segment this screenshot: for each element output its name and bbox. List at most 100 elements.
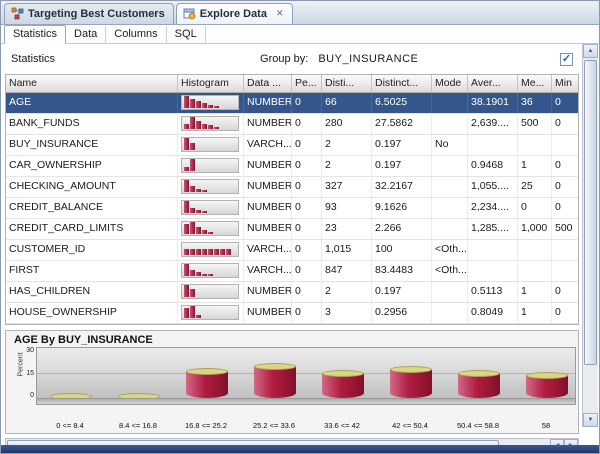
chart-bar-slot <box>445 348 513 398</box>
table-row[interactable]: AGE NUMBER 0 66 6.5025 38.1901 36 0 <box>6 93 578 114</box>
column-header[interactable]: Aver... <box>468 75 518 92</box>
down-arrow-icon: ▼ <box>587 417 594 423</box>
cell-percent_null: 0 <box>292 93 322 113</box>
subtab-columns[interactable]: Columns <box>106 26 167 43</box>
vertical-scrollbar-thumb[interactable] <box>584 60 597 366</box>
cell-distinct_count: 2 <box>322 282 372 302</box>
cell-percent_null: 0 <box>292 240 322 260</box>
scroll-up-button[interactable]: ▲ <box>583 44 598 58</box>
cell-percent_null: 0 <box>292 219 322 239</box>
chart-bar-slot <box>513 348 575 398</box>
table-row[interactable]: CUSTOMER_ID VARCH... 0 1,015 100 <Oth... <box>6 240 578 261</box>
column-header[interactable]: Distinct... <box>372 75 432 92</box>
cell-percent_null: 0 <box>292 156 322 176</box>
cell-median: 1 <box>518 282 552 302</box>
window-tab-bar: Targeting Best Customers Explore Data ✕ <box>1 1 599 25</box>
cell-mode <box>432 303 468 323</box>
subtab-sql[interactable]: SQL <box>167 26 206 43</box>
cell-name: BUY_INSURANCE <box>6 135 178 155</box>
column-header[interactable]: Min <box>552 75 579 92</box>
cell-average: 0.8049 <box>468 303 518 323</box>
cell-median: 25 <box>518 177 552 197</box>
table-row[interactable]: CREDIT_CARD_LIMITS NUMBER 0 23 2.266 1,285...… <box>6 219 578 240</box>
cell-name: CAR_OWNERSHIP <box>6 156 178 176</box>
x-tick-label: 25.2 <= 33.6 <box>252 421 296 430</box>
histogram-cell <box>178 282 244 302</box>
chart-bar-top <box>458 370 500 377</box>
cell-data_type: NUMBER <box>244 114 292 134</box>
cell-min: 0 <box>552 177 579 197</box>
scroll-down-button[interactable]: ▼ <box>583 413 598 427</box>
chart-bar <box>254 363 296 398</box>
x-tick-label: 16.8 <= 25.2 <box>184 421 228 430</box>
table-row[interactable]: CREDIT_BALANCE NUMBER 0 93 9.1626 2,234.... 0 0 <box>6 198 578 219</box>
chart-bar <box>118 393 160 398</box>
x-tick-label: 0 <= 8.4 <box>56 421 84 430</box>
vertical-scrollbar-track[interactable] <box>583 58 598 413</box>
cell-name: HOUSE_OWNERSHIP <box>6 303 178 323</box>
mini-histogram <box>181 158 239 173</box>
cell-data_type: NUMBER <box>244 177 292 197</box>
mini-histogram <box>181 305 239 320</box>
y-tick-label: 15 <box>26 369 34 377</box>
column-header[interactable]: Pe... <box>292 75 322 92</box>
statistics-header: Statistics Group by: BUY_INSURANCE ✓ <box>5 44 579 74</box>
chart-bar <box>50 393 92 398</box>
chart-title: AGE By BUY_INSURANCE <box>14 334 153 346</box>
statistics-table: Name Histogram Data ... Pe... Disti... Distin… <box>5 74 579 325</box>
cell-average: 0.5113 <box>468 282 518 302</box>
column-header[interactable]: Name <box>6 75 178 92</box>
table-row[interactable]: FIRST VARCH... 0 847 83.4483 <Oth... <box>6 261 578 282</box>
column-header[interactable]: Mode <box>432 75 468 92</box>
chart-floor <box>36 399 576 405</box>
column-header[interactable]: Histogram <box>178 75 244 92</box>
vertical-scrollbar[interactable]: ▲ ▼ <box>582 44 598 427</box>
cell-median: 1 <box>518 156 552 176</box>
x-tick-label: 58 <box>541 421 551 430</box>
chart-bar <box>390 366 432 398</box>
cell-percent_null: 0 <box>292 282 322 302</box>
filter-checkbox[interactable]: ✓ <box>560 52 573 66</box>
subtab-data[interactable]: Data <box>66 26 107 43</box>
chart-bar-top <box>118 393 160 398</box>
x-tick-label: 42 <= 50.4 <box>392 421 428 430</box>
histogram-cell <box>178 135 244 155</box>
histogram-cell <box>178 303 244 323</box>
column-header[interactable]: Data ... <box>244 75 292 92</box>
cell-name: CUSTOMER_ID <box>6 240 178 260</box>
horizontal-scrollbar[interactable]: ◀ ▶ <box>5 438 579 445</box>
table-row[interactable]: BANK_FUNDS NUMBER 0 280 27.5862 2,639.... 500 0 <box>6 114 578 135</box>
cell-average: 0.9468 <box>468 156 518 176</box>
chart-bar <box>526 372 568 398</box>
cell-distinct_count: 280 <box>322 114 372 134</box>
cell-percent_null: 0 <box>292 303 322 323</box>
close-icon[interactable]: ✕ <box>276 9 284 18</box>
chart-body: Percent 30 15 0 <box>6 347 578 421</box>
cell-min: 0 <box>552 303 579 323</box>
tab-explore-data[interactable]: Explore Data ✕ <box>175 3 293 24</box>
tab-targeting-best-customers[interactable]: Targeting Best Customers <box>4 3 174 24</box>
cell-average: 38.1901 <box>468 93 518 113</box>
group-by-select[interactable]: BUY_INSURANCE <box>318 53 418 65</box>
cell-data_type: VARCH... <box>244 135 292 155</box>
table-row[interactable]: BUY_INSURANCE VARCH... 0 2 0.197 No <box>6 135 578 156</box>
table-row[interactable]: HAS_CHILDREN NUMBER 0 2 0.197 0.5113 1 0 <box>6 282 578 303</box>
cell-distinct_pct: 9.1626 <box>372 198 432 218</box>
mini-histogram <box>181 95 239 110</box>
cell-percent_null: 0 <box>292 198 322 218</box>
column-header[interactable]: Disti... <box>322 75 372 92</box>
histogram-cell <box>178 198 244 218</box>
table-row[interactable]: CHECKING_AMOUNT NUMBER 0 327 32.2167 1,055...… <box>6 177 578 198</box>
cell-distinct_count: 847 <box>322 261 372 281</box>
y-tick-label: 30 <box>26 347 34 354</box>
subtab-statistics[interactable]: Statistics <box>4 25 67 44</box>
chart-bar-slot <box>105 348 173 398</box>
mini-histogram <box>181 116 239 131</box>
cell-distinct_count: 23 <box>322 219 372 239</box>
cell-average <box>468 240 518 260</box>
table-row[interactable]: CAR_OWNERSHIP NUMBER 0 2 0.197 0.9468 1 0 <box>6 156 578 177</box>
cell-average: 1,055.... <box>468 177 518 197</box>
table-row[interactable]: HOUSE_OWNERSHIP NUMBER 0 3 0.2956 0.8049 1 0 <box>6 303 578 324</box>
column-header[interactable]: Me... <box>518 75 552 92</box>
cell-min: 500 <box>552 219 579 239</box>
